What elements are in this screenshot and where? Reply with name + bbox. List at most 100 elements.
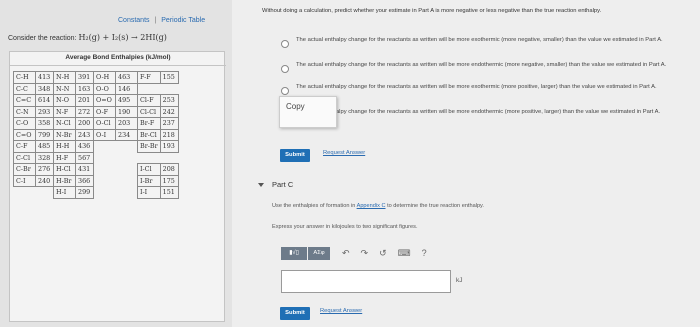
- bond-enthalpy-cell: [116, 152, 138, 164]
- bond-enthalpy-cell: [116, 141, 138, 153]
- bond-enthalpy-cell: 234: [115, 128, 138, 141]
- bond-enthalpy-cell: 485: [35, 140, 54, 153]
- instruction-text: Use the enthalpies of formation in: [272, 203, 356, 209]
- reference-links: Constants | Periodic Table: [118, 17, 205, 24]
- bond-type-cell: C=O: [13, 128, 36, 141]
- bond-type-cell: [14, 187, 36, 199]
- greek-symbols-button[interactable]: ΑΣφ: [308, 247, 330, 260]
- bond-type-cell: Cl-Cl: [137, 105, 161, 118]
- copy-context-menu[interactable]: Copy: [279, 96, 337, 128]
- unit-label: kJ: [456, 277, 463, 284]
- bond-type-cell: N-F: [53, 105, 76, 118]
- keyboard-icon[interactable]: ⌨: [398, 247, 411, 260]
- radio-button[interactable]: [281, 65, 289, 73]
- bond-enthalpy-cell: 193: [159, 140, 179, 153]
- bond-type-cell: I-I: [137, 186, 161, 199]
- bond-type-cell: Br-Br: [137, 140, 161, 153]
- radio-button[interactable]: [281, 40, 289, 48]
- bond-enthalpy-cell: 146: [115, 82, 138, 95]
- bond-enthalpy-cell: 155: [159, 71, 179, 84]
- bond-enthalpy-cell: 276: [35, 163, 54, 176]
- part-c-request-answer-link[interactable]: Request Answer: [320, 308, 362, 314]
- bond-type-cell: [138, 83, 161, 95]
- bond-type-cell: H-H: [53, 140, 76, 153]
- undo-icon[interactable]: ↶: [342, 247, 350, 260]
- bond-type-cell: Br-Cl: [137, 128, 161, 141]
- bond-type-cell: H-Cl: [53, 163, 76, 176]
- bond-table-row: C-H 413 N-H 391 O-H 463 F-F 155: [13, 71, 179, 84]
- help-icon[interactable]: ?: [422, 247, 427, 260]
- bond-table-row: C-I 240 H-Br 366 I-Br 175: [13, 174, 179, 187]
- bond-enthalpy-cell: 201: [75, 94, 94, 107]
- reset-icon[interactable]: ↺: [379, 247, 387, 260]
- part-c-submit-button[interactable]: Submit: [280, 307, 310, 320]
- bond-enthalpy-cell: 799: [35, 128, 54, 141]
- bond-type-cell: Cl-F: [137, 94, 161, 107]
- bond-enthalpy-cell: 243: [75, 128, 94, 141]
- bond-type-cell: [94, 152, 116, 164]
- bond-enthalpy-cell: 272: [75, 105, 94, 118]
- bond-enthalpy-cell: 391: [75, 71, 94, 84]
- bond-type-cell: F-F: [137, 71, 161, 84]
- bond-type-cell: [138, 152, 161, 164]
- bond-type-cell: I-Cl: [137, 163, 161, 176]
- templates-button[interactable]: ▮√▯: [281, 247, 307, 260]
- bond-type-cell: O-Cl: [93, 117, 116, 130]
- bond-enthalpy-table: C-H 413 N-H 391 O-H 463 F-F 155 C-C 348 N-N 163 O-O 1…: [13, 71, 179, 199]
- bond-enthalpy-cell: 203: [115, 117, 138, 130]
- bond-type-cell: C-N: [13, 105, 36, 118]
- bond-enthalpy-cell: [116, 187, 138, 199]
- bond-enthalpy-cell: 163: [75, 82, 94, 95]
- bond-type-cell: [94, 164, 116, 176]
- copy-menu-item[interactable]: Copy: [286, 102, 305, 111]
- bond-table-row: C=C 614 N-O 201 O=O 495 Cl-F 253: [13, 94, 179, 107]
- bond-enthalpy-cell: [36, 187, 54, 199]
- appendix-link[interactable]: Appendix C: [357, 203, 386, 209]
- bond-type-cell: N-O: [53, 94, 76, 107]
- bond-type-cell: C-Cl: [13, 151, 36, 164]
- constants-link[interactable]: Constants: [118, 17, 150, 24]
- option-text: The actual enthalpy change for the react…: [296, 37, 663, 43]
- answer-input[interactable]: [281, 270, 451, 293]
- bond-type-cell: O-O: [93, 82, 116, 95]
- bond-type-cell: [94, 187, 116, 199]
- reaction-prefix: Consider the reaction:: [8, 35, 77, 42]
- collapse-arrow-icon[interactable]: [258, 183, 264, 187]
- bond-table-row: H-I 299 I-I 151: [14, 186, 179, 199]
- bond-enthalpy-cell: 366: [75, 174, 94, 187]
- bond-enthalpy-cell: 431: [75, 163, 94, 176]
- bond-enthalpy-cell: 328: [35, 151, 54, 164]
- bond-type-cell: N-Br: [53, 128, 76, 141]
- part-c-express: Express your answer in kilojoules to two…: [272, 224, 418, 230]
- option-text: The actual enthalpy change for the react…: [296, 109, 661, 115]
- bond-enthalpy-cell: [116, 175, 138, 187]
- bond-type-cell: [94, 141, 116, 153]
- bond-enthalpy-panel: Average Bond Enthalpies (kJ/mol) C-H 413 N…: [9, 51, 226, 322]
- bond-table-row: C-Br 276 H-Cl 431 I-Cl 208: [13, 163, 179, 176]
- bond-enthalpy-cell: [160, 83, 178, 95]
- bond-table-row: C-N 293 N-F 272 O-F 190 Cl-Cl 242: [13, 105, 179, 118]
- bond-table-row: C-Cl 328 H-F 567: [13, 151, 179, 164]
- bond-enthalpy-cell: 495: [115, 94, 138, 107]
- periodic-table-link[interactable]: Periodic Table: [161, 17, 205, 24]
- bond-type-cell: H-Br: [53, 174, 76, 187]
- part-b-submit-button[interactable]: Submit: [280, 149, 310, 162]
- bond-enthalpy-cell: 293: [35, 105, 54, 118]
- part-c-title: Part C: [272, 180, 294, 189]
- part-b-request-answer-link[interactable]: Request Answer: [323, 150, 365, 156]
- reaction-equation: H₂(g) + I₂(s) → 2HI(g): [78, 33, 167, 42]
- redo-icon[interactable]: ↷: [361, 247, 369, 260]
- bond-enthalpy-cell: 614: [35, 94, 54, 107]
- bond-enthalpy-cell: [160, 152, 178, 164]
- part-b-instruction: Without doing a calculation, predict whe…: [262, 8, 602, 14]
- bond-type-cell: Br-F: [137, 117, 161, 130]
- bond-type-cell: N-Cl: [53, 117, 76, 130]
- radio-button[interactable]: [281, 87, 289, 95]
- math-toolbar: ▮√▯ ΑΣφ ↶ ↷ ↺ ⌨ ?: [281, 247, 427, 260]
- bond-type-cell: C-O: [13, 117, 36, 130]
- bond-enthalpy-cell: [116, 164, 138, 176]
- bond-enthalpy-cell: 463: [115, 71, 138, 84]
- bond-enthalpy-cell: 200: [75, 117, 94, 130]
- bond-type-cell: H-I: [53, 186, 76, 199]
- bond-type-cell: H-F: [53, 151, 76, 164]
